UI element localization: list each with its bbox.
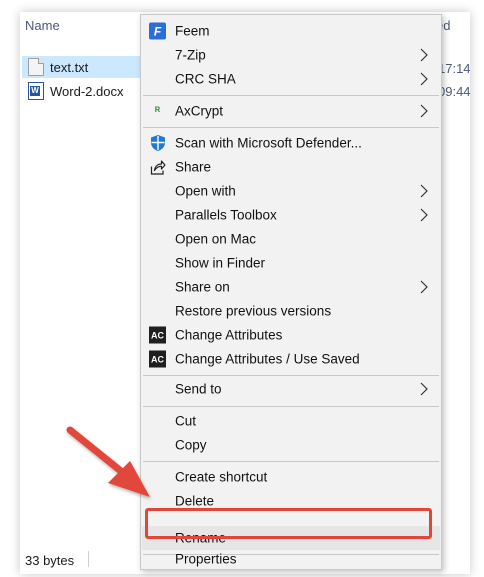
menu-item-label: Properties — [175, 551, 237, 567]
text-file-icon — [28, 58, 44, 76]
menu-item-send-to[interactable]: Send to — [141, 377, 441, 401]
menu-item-label: Open with — [175, 183, 236, 199]
file-time: 17:14 — [438, 61, 471, 76]
chevron-right-icon — [420, 48, 428, 62]
menu-item-label: Feem — [175, 23, 210, 39]
menu-item-label: CRC SHA — [175, 71, 236, 87]
menu-item-parallels-toolbox[interactable]: Parallels Toolbox — [141, 203, 441, 227]
feem-icon: F — [149, 22, 166, 40]
menu-item-label: Share on — [175, 279, 230, 295]
menu-item-show-in-finder[interactable]: Show in Finder — [141, 251, 441, 275]
menu-separator — [143, 127, 439, 128]
menu-item-label: Copy — [175, 437, 207, 453]
menu-item-share[interactable]: Share — [141, 155, 441, 179]
context-menu: F Feem 7-Zip CRC SHA ᴿ AxCrypt Scan with… — [140, 14, 442, 570]
chevron-right-icon — [420, 184, 428, 198]
status-divider — [88, 551, 89, 567]
menu-item-label: Parallels Toolbox — [175, 207, 277, 223]
menu-item-scan-defender[interactable]: Scan with Microsoft Defender... — [141, 131, 441, 155]
menu-item-label: Delete — [175, 493, 215, 509]
menu-separator — [143, 406, 439, 407]
menu-item-change-attributes-use-saved[interactable]: AC Change Attributes / Use Saved — [141, 347, 441, 371]
chevron-right-icon — [420, 104, 428, 118]
menu-item-label: Create shortcut — [175, 469, 268, 485]
menu-item-label: Restore previous versions — [175, 303, 332, 319]
file-row-text-txt[interactable]: text.txt — [22, 56, 142, 78]
menu-item-open-with[interactable]: Open with — [141, 179, 441, 203]
menu-separator — [143, 95, 439, 96]
menu-item-label: Cut — [175, 413, 197, 429]
name-column-header[interactable]: Name — [25, 18, 60, 33]
menu-item-label: Send to — [175, 381, 222, 397]
axcrypt-icon: ᴿ — [154, 105, 161, 117]
menu-item-7zip[interactable]: 7-Zip — [141, 43, 441, 67]
chevron-right-icon — [420, 280, 428, 294]
menu-item-crc-sha[interactable]: CRC SHA — [141, 67, 441, 91]
word-file-icon: W — [28, 82, 44, 100]
file-time: 09:44 — [438, 84, 471, 99]
menu-item-label: Change Attributes / Use Saved — [175, 351, 360, 367]
menu-item-cut[interactable]: Cut — [141, 409, 441, 433]
menu-item-feem[interactable]: F Feem — [141, 19, 441, 43]
menu-item-label: Change Attributes — [175, 327, 283, 343]
ac-icon: AC — [149, 326, 166, 344]
menu-separator — [143, 461, 439, 462]
menu-item-share-on[interactable]: Share on — [141, 275, 441, 299]
menu-item-copy[interactable]: Copy — [141, 433, 441, 457]
rename-highlight-box — [145, 508, 432, 539]
share-icon — [149, 159, 166, 176]
menu-item-restore-previous-versions[interactable]: Restore previous versions — [141, 299, 441, 323]
chevron-right-icon — [420, 208, 428, 222]
ac-icon: AC — [149, 350, 166, 368]
file-row-word-docx[interactable]: W Word-2.docx — [22, 80, 142, 102]
file-name: Word-2.docx — [50, 83, 124, 99]
file-name: text.txt — [50, 59, 89, 75]
status-text: 33 bytes — [25, 553, 75, 568]
menu-item-label: AxCrypt — [175, 103, 224, 119]
menu-item-label: 7-Zip — [175, 47, 206, 63]
chevron-right-icon — [420, 382, 428, 396]
menu-item-label: Open on Mac — [175, 231, 257, 247]
menu-item-properties[interactable]: Properties — [141, 548, 441, 570]
menu-item-label: Scan with Microsoft Defender... — [175, 135, 362, 151]
menu-item-create-shortcut[interactable]: Create shortcut — [141, 465, 441, 489]
menu-item-label: Show in Finder — [175, 255, 266, 271]
menu-item-label: Share — [175, 159, 212, 175]
menu-item-open-on-mac[interactable]: Open on Mac — [141, 227, 441, 251]
menu-separator — [143, 375, 439, 376]
defender-shield-icon — [149, 135, 166, 152]
menu-item-axcrypt[interactable]: ᴿ AxCrypt — [141, 99, 441, 123]
chevron-right-icon — [420, 72, 428, 86]
menu-item-change-attributes[interactable]: AC Change Attributes — [141, 323, 441, 347]
